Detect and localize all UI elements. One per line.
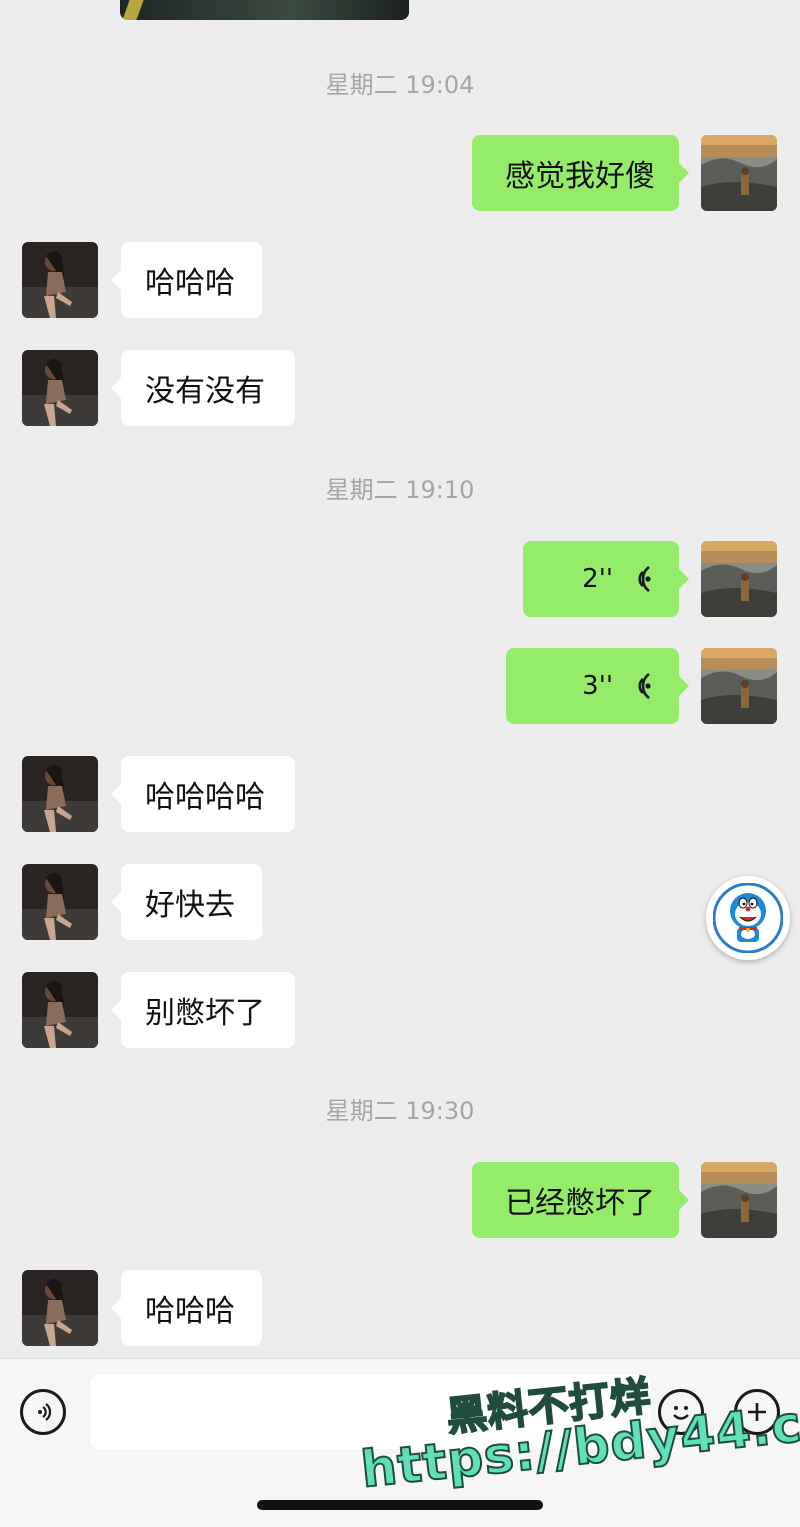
contact-avatar[interactable]: [22, 242, 98, 318]
message-bubble-outgoing[interactable]: 感觉我好傻: [472, 135, 689, 211]
message-text: 哈哈哈: [145, 1294, 235, 1329]
message-bubble-incoming[interactable]: 哈哈哈: [111, 1270, 262, 1346]
my-avatar[interactable]: [701, 541, 777, 617]
voice-toggle-icon[interactable]: [20, 1389, 66, 1435]
doraemon-icon[interactable]: [706, 876, 790, 960]
contact-avatar[interactable]: [22, 350, 98, 426]
home-indicator[interactable]: [257, 1500, 543, 1510]
message-bubble-incoming[interactable]: 没有没有: [111, 350, 295, 426]
my-avatar[interactable]: [701, 1162, 777, 1238]
contact-avatar[interactable]: [22, 972, 98, 1048]
message-text: 哈哈哈哈: [145, 780, 265, 815]
voice-message-bubble[interactable]: 2'': [523, 541, 689, 617]
message-bubble-incoming[interactable]: 别憋坏了: [111, 972, 295, 1048]
voice-duration: 2'': [582, 564, 613, 594]
message-text: 没有没有: [145, 374, 265, 409]
voice-wave-icon: [629, 564, 655, 594]
message-text: 好快去: [145, 888, 235, 923]
timestamp: 星期二 19:30: [325, 1097, 475, 1125]
my-avatar[interactable]: [701, 648, 777, 724]
my-avatar[interactable]: [701, 135, 777, 211]
contact-avatar[interactable]: [22, 1270, 98, 1346]
image-message-thumbnail[interactable]: [120, 0, 409, 20]
voice-message-bubble[interactable]: 3'': [506, 648, 689, 724]
message-bubble-incoming[interactable]: 哈哈哈: [111, 242, 262, 318]
contact-avatar[interactable]: [22, 864, 98, 940]
message-text: 已经憋坏了: [505, 1186, 655, 1221]
message-bubble-incoming[interactable]: 哈哈哈哈: [111, 756, 295, 832]
contact-avatar[interactable]: [22, 756, 98, 832]
voice-duration: 3'': [582, 671, 613, 701]
message-bubble-outgoing[interactable]: 已经憋坏了: [472, 1162, 689, 1238]
message-text: 别憋坏了: [145, 996, 265, 1031]
timestamp: 星期二 19:04: [325, 71, 475, 99]
timestamp: 星期二 19:10: [325, 476, 475, 504]
message-bubble-incoming[interactable]: 好快去: [111, 864, 262, 940]
voice-wave-icon: [629, 671, 655, 701]
message-text: 哈哈哈: [145, 266, 235, 301]
message-text: 感觉我好傻: [505, 159, 655, 194]
